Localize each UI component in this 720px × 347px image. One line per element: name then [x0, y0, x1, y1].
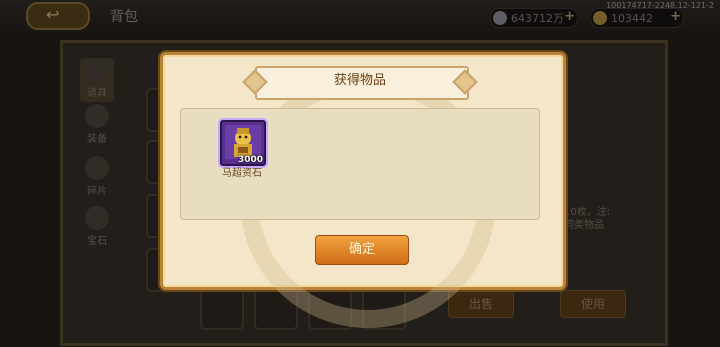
dialog-title-bar: 获得物品	[242, 66, 478, 100]
item-name: 马超资石	[222, 168, 262, 179]
machao-gem-icon	[225, 125, 261, 159]
obtained-item-dialog: 获得物品 3000 马超资石 确定	[160, 52, 566, 328]
dialog-title: 获得物品	[333, 73, 386, 88]
reward-item-slot[interactable]: 3000	[218, 118, 268, 168]
confirm-button[interactable]: 确定	[315, 235, 409, 265]
